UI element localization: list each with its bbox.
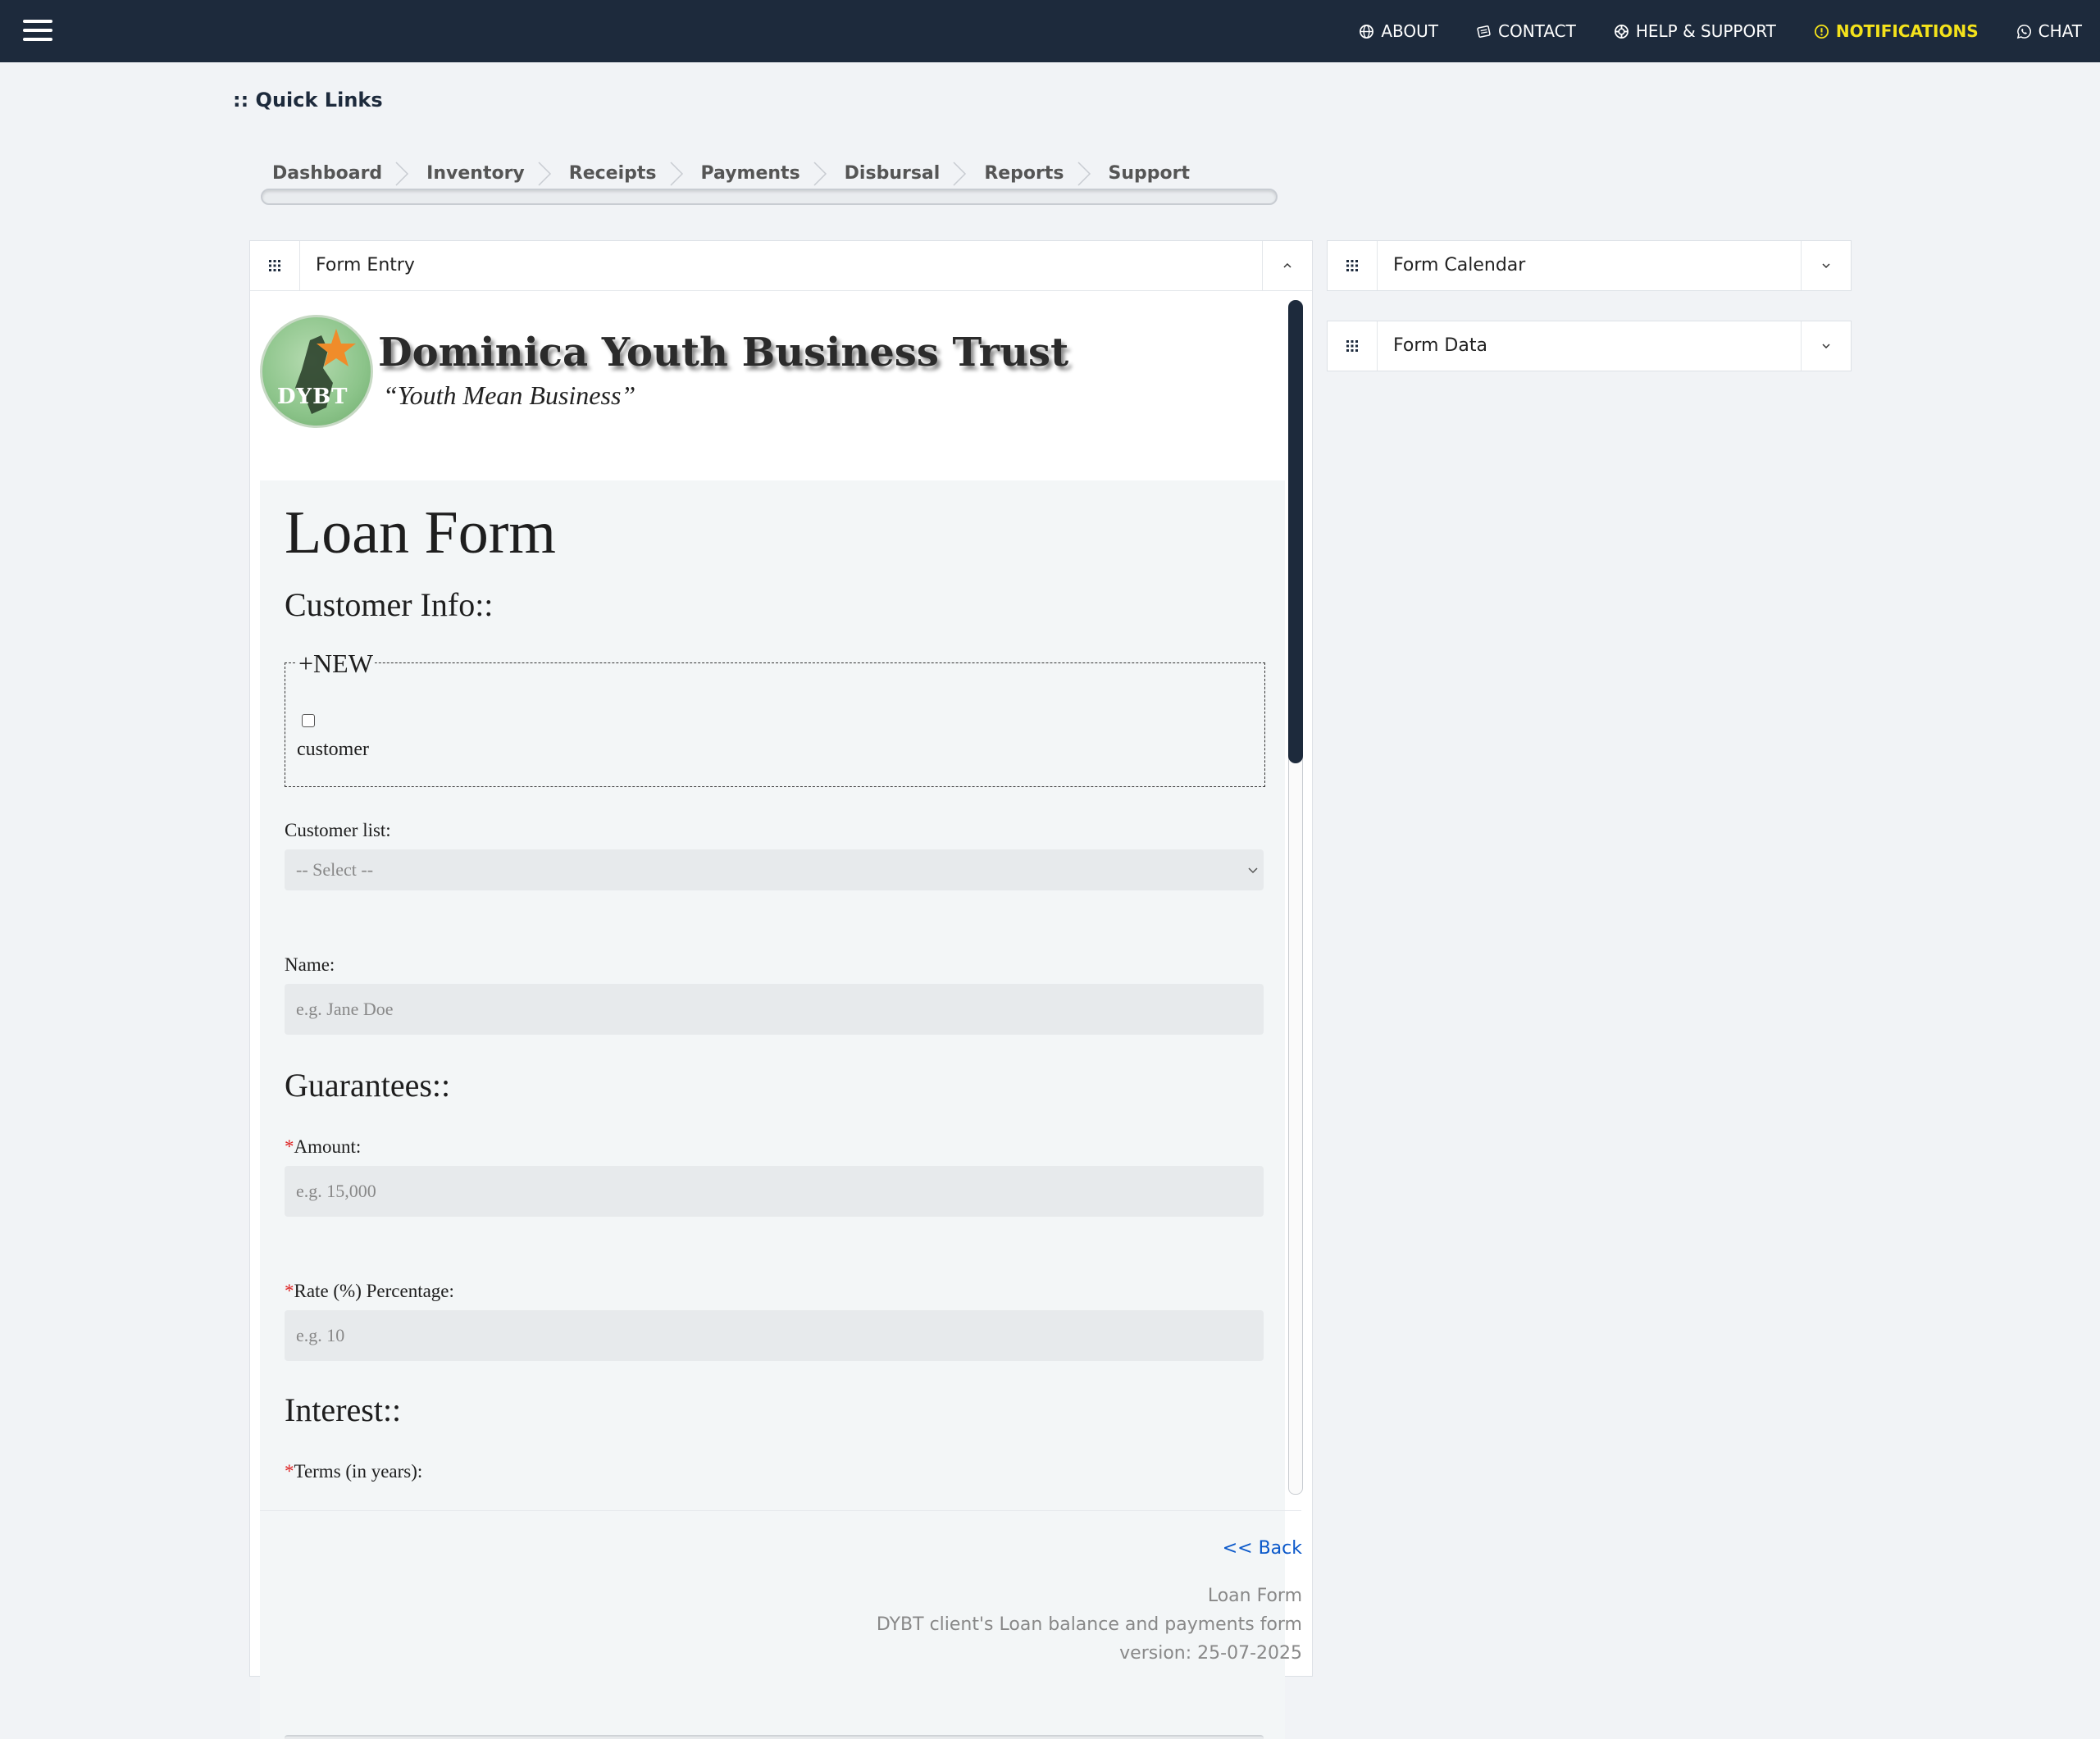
customer-list-value: -- Select -- (296, 859, 374, 880)
chevron-right-icon (1077, 162, 1091, 186)
customer-info-heading: Customer Info:: (285, 586, 494, 623)
grid-icon[interactable] (1328, 241, 1378, 290)
required-mark: * (285, 1461, 294, 1482)
quicklink-label: Support (1108, 163, 1190, 184)
chevron-right-icon (953, 162, 967, 186)
chevron-right-icon (813, 162, 827, 186)
quick-links-track (261, 189, 1278, 205)
new-customer-label: customer (297, 739, 369, 760)
form-calendar-title: Form Calendar (1393, 255, 1526, 275)
quicklink-inventory[interactable]: Inventory (413, 156, 556, 192)
form-entry-title: Form Entry (316, 255, 415, 275)
new-customer-fieldset: +NEW customer (285, 649, 1265, 787)
form-data-title: Form Data (1393, 335, 1487, 356)
amount-label: *Amount: (285, 1136, 361, 1158)
whatsapp-icon (2016, 24, 2031, 39)
logo-title: Dominica Youth Business Trust (378, 330, 1069, 376)
customer-list-label: Customer list: (285, 820, 391, 840)
quicklink-reports[interactable]: Reports (971, 156, 1095, 192)
quicklink-support[interactable]: Support (1096, 156, 1221, 192)
guarantees-heading: Guarantees:: (285, 1067, 451, 1104)
form-entry-header: Form Entry (250, 241, 1312, 291)
dybt-logo: DYBT Dominica Youth Business Trust “Yout… (260, 315, 1068, 430)
nav-about[interactable]: ABOUT (1359, 21, 1438, 41)
footer-divider (260, 1510, 1301, 1511)
quick-links-title: :: Quick Links (233, 89, 383, 112)
breadcrumb: Dashboard Inventory Receipts Payments Di… (259, 156, 1221, 192)
nav-contact-label: CONTACT (1497, 21, 1576, 41)
quicklink-label: Inventory (426, 163, 525, 184)
nav-chat[interactable]: CHAT (2016, 21, 2082, 41)
contact-card-icon (1477, 25, 1491, 38)
logo-badge-text: DYBT (277, 385, 348, 409)
terms-input[interactable] (285, 1735, 1264, 1739)
loan-form: Loan Form Customer Info:: +NEW customer … (260, 480, 1285, 1739)
quicklink-payments[interactable]: Payments (688, 156, 831, 192)
form-data-header[interactable]: Form Data (1328, 321, 1851, 371)
form-calendar-header[interactable]: Form Calendar (1328, 241, 1851, 290)
chevron-down-icon[interactable] (1801, 321, 1851, 371)
customer-list-select[interactable]: -- Select -- (285, 849, 1264, 890)
terms-label-text: Terms (in years): (294, 1461, 423, 1482)
terms-label: *Terms (in years): (285, 1461, 422, 1482)
top-nav-links: ABOUT CONTACT HELP & SUPPORT NOTIFICATIO… (1359, 0, 2082, 62)
chevron-down-icon (1248, 867, 1258, 874)
quicklink-label: Disbursal (844, 163, 941, 184)
nav-notifications[interactable]: NOTIFICATIONS (1814, 21, 1979, 41)
logo-badge: DYBT (260, 315, 373, 428)
rate-input[interactable] (285, 1310, 1264, 1361)
amount-input[interactable] (285, 1166, 1264, 1217)
interest-heading: Interest:: (285, 1391, 402, 1428)
new-legend: +NEW (297, 649, 375, 679)
nav-chat-label: CHAT (2038, 21, 2082, 41)
form-entry-panel: Form Entry DYBT Dominica Youth Business … (249, 240, 1313, 1739)
rate-label-text: Rate (%) Percentage: (294, 1281, 454, 1301)
footer-version: version: 25-07-2025 (1119, 1643, 1302, 1664)
required-mark: * (285, 1281, 294, 1301)
name-input[interactable] (285, 984, 1264, 1035)
form-data-panel: Form Data (1327, 321, 1852, 371)
back-link[interactable]: << Back (1223, 1538, 1302, 1559)
grid-icon[interactable] (1328, 321, 1378, 371)
top-navbar: ABOUT CONTACT HELP & SUPPORT NOTIFICATIO… (0, 0, 2100, 62)
name-label: Name: (285, 954, 335, 975)
lifebuoy-icon (1614, 24, 1629, 39)
quicklink-label: Payments (700, 163, 800, 184)
quicklink-disbursal[interactable]: Disbursal (831, 156, 972, 192)
chevron-right-icon (538, 162, 551, 186)
nav-help-support[interactable]: HELP & SUPPORT (1614, 21, 1776, 41)
form-title: Loan Form (285, 499, 556, 567)
nav-contact[interactable]: CONTACT (1476, 21, 1576, 41)
quicklink-label: Receipts (568, 163, 657, 184)
chevron-down-icon[interactable] (1801, 241, 1851, 290)
nav-notifications-label: NOTIFICATIONS (1835, 21, 1979, 41)
required-mark: * (285, 1136, 294, 1157)
nav-about-label: ABOUT (1381, 21, 1438, 41)
quicklink-dashboard[interactable]: Dashboard (259, 156, 413, 192)
quicklink-receipts[interactable]: Receipts (556, 156, 688, 192)
chevron-up-icon[interactable] (1262, 241, 1312, 290)
chevron-right-icon (395, 162, 409, 186)
quicklink-label: Reports (984, 163, 1064, 184)
amount-label-text: Amount: (294, 1136, 362, 1157)
nav-help-support-label: HELP & SUPPORT (1635, 21, 1776, 41)
form-scrollbar-thumb[interactable] (1288, 300, 1303, 763)
footer-description: DYBT client's Loan balance and payments … (876, 1614, 1302, 1635)
rate-label: *Rate (%) Percentage: (285, 1281, 454, 1302)
alert-circle-icon (1814, 24, 1829, 39)
footer-form-name: Loan Form (1207, 1586, 1302, 1606)
chevron-right-icon (669, 162, 683, 186)
logo-slogan: “Youth Mean Business” (383, 380, 636, 410)
form-calendar-panel: Form Calendar (1327, 240, 1852, 291)
new-customer-checkbox[interactable] (302, 714, 315, 727)
globe-icon (1360, 24, 1374, 39)
quicklink-label: Dashboard (272, 163, 383, 184)
hamburger-menu-icon[interactable] (23, 18, 52, 43)
grid-icon[interactable] (250, 241, 300, 290)
